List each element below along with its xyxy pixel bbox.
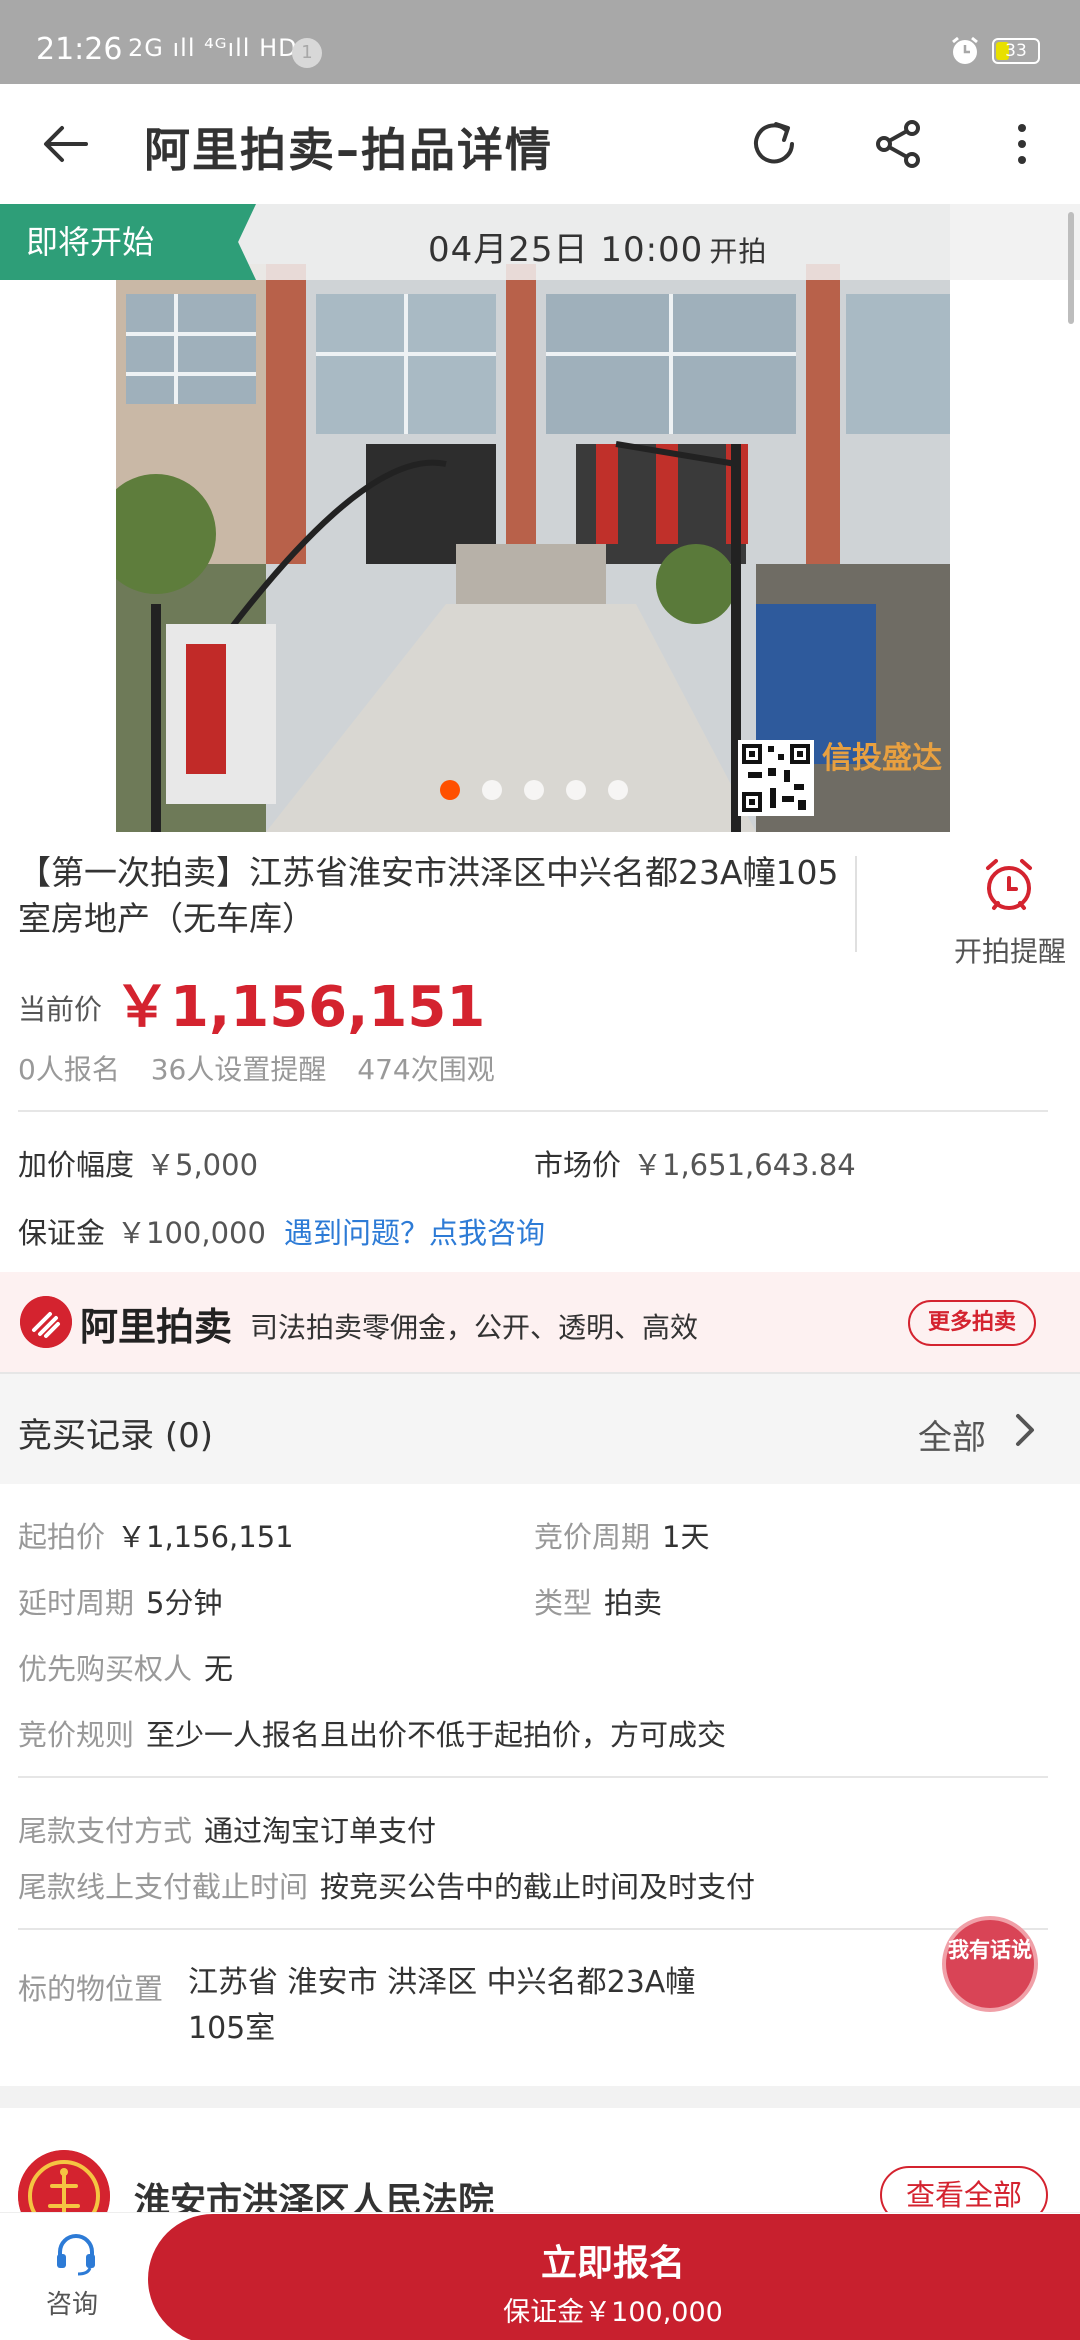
watermark-logo: 信投盛达 [822,741,942,776]
alarm-clock-icon[interactable] [980,856,1038,914]
sign-up-label: 立即报名 [540,2243,685,2284]
feedback-chat-bubble[interactable]: 我有话说 [938,1916,1048,2068]
divider [18,1928,1048,1930]
bid-rule-row: 竞价规则 至少一人报名且出价不低于起拍价，方可成交 [18,1712,726,1754]
priority-row: 优先购买权人无 [18,1646,233,1688]
sign-up-now-button[interactable]: 立即报名 保证金￥100,000 [148,2214,1080,2340]
view-count: 474次围观 [357,1053,495,1086]
divider [18,1776,1048,1778]
deposit-label: 保证金 [18,1216,106,1250]
bid-records-label: 竞买记录 (0) [18,1408,213,1457]
carousel-dot[interactable] [482,780,502,800]
auction-start-time: 04月25日 10:00 开拍 [428,222,767,271]
all-records-link[interactable]: 全部 [918,1410,986,1459]
payment-deadline-value: 按竞买公告中的截止时间及时支付 [320,1870,756,1904]
start-price-value: ￥1,156,151 [117,1520,294,1554]
type-label: 类型 [534,1586,593,1620]
divider [18,1110,1048,1112]
lot-title: 【第一次拍卖】江苏省淮安市洪泽区中兴名都23A幢105室房地产（无车库） [18,853,839,938]
status-time: 21:26 [36,32,123,67]
sign-up-deposit: 保证金￥100,000 [503,2297,723,2328]
alarm-icon [952,36,978,64]
deposit-value: ￥100,000 [117,1216,266,1250]
more-auctions-button[interactable]: 更多拍卖 [908,1300,1036,1346]
battery-percent: 33 [1005,41,1027,61]
ali-auction-promo-banner: 阿里拍卖 司法拍卖零佣金，公开、透明、高效 更多拍卖 [0,1272,1080,1372]
carousel-indicator[interactable] [440,780,628,800]
payment-method-label: 尾款支付方式 [18,1814,193,1848]
type-value: 拍卖 [604,1586,663,1620]
payment-method-value: 通过淘宝订单支付 [204,1814,437,1848]
delay-period-row: 延时周期 5分钟 [18,1580,222,1622]
back-arrow-icon[interactable] [40,118,92,170]
qr-code-icon [738,740,814,816]
delay-period-label: 延时周期 [18,1586,135,1620]
bid-rule-label: 竞价规则 [18,1718,135,1752]
headset-icon[interactable] [52,2228,100,2276]
increment-value: ￥5,000 [146,1148,259,1182]
market-price-label: 市场价 [534,1148,622,1182]
carousel-dot[interactable] [524,780,544,800]
reminder-count: 36人设置提醒 [150,1053,327,1086]
share-icon[interactable] [870,116,926,172]
bid-records-count: (0) [164,1416,213,1456]
chat-bubble-text[interactable]: 我有话说 [942,1916,1038,2012]
signup-count: 0人报名 [18,1053,120,1086]
property-photo[interactable] [116,204,950,832]
delay-period-value: 5分钟 [146,1586,223,1620]
start-price-row: 起拍价 ￥1,156,151 [18,1514,294,1556]
page-title: 阿里拍卖–拍品详情 [144,123,553,177]
consult-link[interactable]: 遇到问题？点我咨询 [284,1216,545,1250]
bid-period-label: 竞价周期 [534,1520,651,1554]
status-bar: 21:26 2G ıll ⁴ᴳıll HD 1 33 [0,0,1080,84]
current-price-label: 当前价 [18,993,103,1026]
increment-label: 加价幅度 [18,1148,135,1182]
location-value: 江苏省 淮安市 洪泽区 中兴名都23A幢105室 [188,1965,696,2046]
lot-stats: 0人报名 36人设置提醒 474次围观 [18,1048,517,1088]
bid-period-row: 竞价周期 1天 [534,1514,709,1556]
payment-deadline-row: 尾款线上支付截止时间 按竞买公告中的截止时间及时支付 [18,1864,755,1906]
priority-value: 无 [204,1652,234,1686]
status-tag-upcoming: 即将开始 [0,204,256,280]
carousel-dot[interactable] [608,780,628,800]
top-navigation: 阿里拍卖–拍品详情 [0,84,1080,204]
start-reminder-label[interactable]: 开拍提醒 [954,930,1066,970]
payment-deadline-label: 尾款线上支付截止时间 [18,1870,309,1904]
deposit-row: 保证金 ￥100,000 遇到问题？点我咨询 [18,1210,545,1252]
start-date: 04月25日 10:00 [428,230,704,270]
battery-icon: 33 [992,38,1040,64]
bid-records-title: 竞买记录 [18,1416,154,1456]
market-price-row: 市场价 ￥1,651,643.84 [534,1142,856,1184]
bid-period-value: 1天 [662,1520,710,1554]
payment-method-row: 尾款支付方式 通过淘宝订单支付 [18,1808,436,1850]
chevron-right-icon[interactable] [1010,1410,1040,1450]
location-label: 标的物位置 [18,1972,164,2006]
carousel-dot[interactable] [440,780,460,800]
location-label-row: 标的物位置 [18,1966,163,2008]
start-price-label: 起拍价 [18,1520,106,1554]
ali-auction-brand: 阿里拍卖 [80,1305,233,1349]
type-row: 类型 拍卖 [534,1580,662,1622]
market-price-value: ￥1,651,643.84 [633,1148,856,1182]
start-suffix: 开拍 [709,235,768,268]
section-gap [0,2086,1080,2108]
consult-label[interactable]: 咨询 [46,2284,98,2321]
priority-label: 优先购买权人 [18,1652,193,1686]
signal-icons: 2G ıll ⁴ᴳıll HD [128,34,298,62]
increment-row: 加价幅度 ￥5,000 [18,1142,258,1184]
refresh-icon[interactable] [746,116,802,172]
more-vertical-icon[interactable] [1002,114,1042,174]
current-price: ￥1,156,151 [114,975,486,1040]
scrollbar[interactable] [1068,212,1074,324]
bid-rule-value: 至少一人报名且出价不低于起拍价，方可成交 [146,1718,727,1752]
divider [855,856,857,952]
promo-slogan: 司法拍卖零佣金，公开、透明、高效 [250,1311,699,1344]
carousel-dot[interactable] [566,780,586,800]
bid-records-header[interactable]: 竞买记录 (0) 全部 [0,1372,1080,1484]
ali-auction-logo-icon [20,1296,72,1348]
notification-count-badge: 1 [292,38,322,68]
